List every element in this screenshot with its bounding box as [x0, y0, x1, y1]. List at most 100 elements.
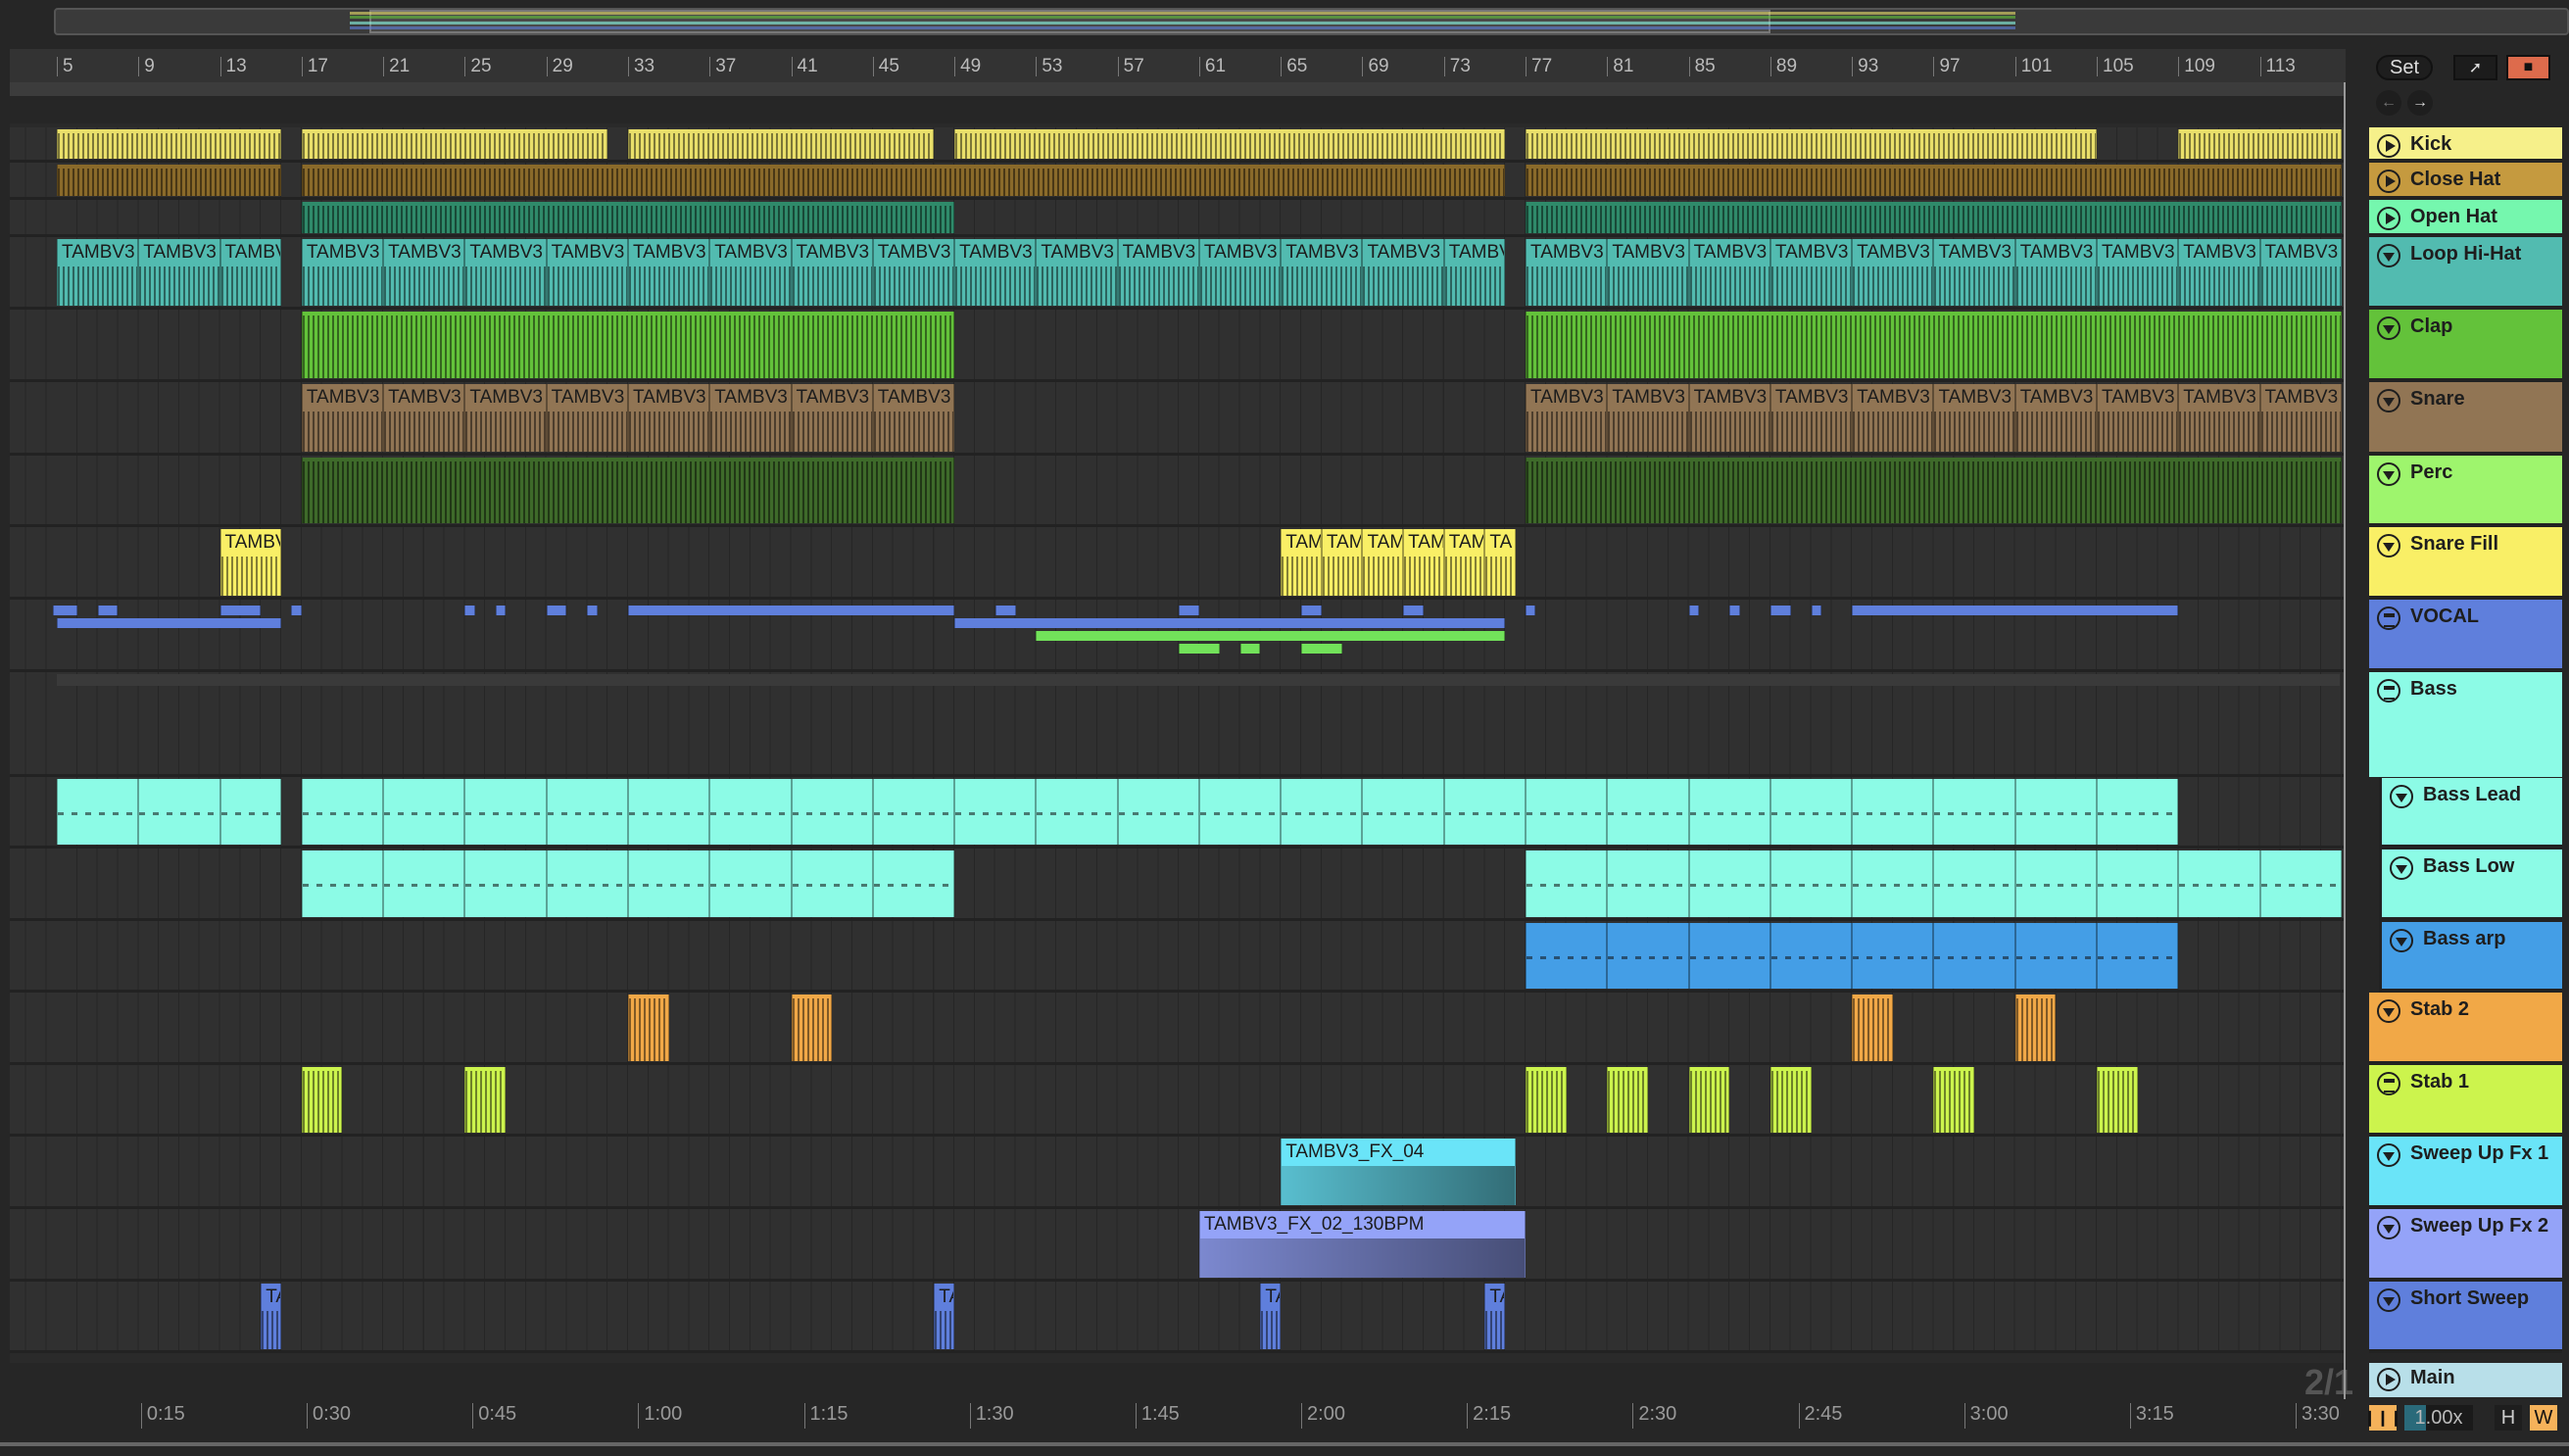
loop-bar[interactable]: [10, 82, 2346, 96]
clip[interactable]: [1852, 779, 1934, 845]
clip[interactable]: [1688, 850, 1770, 917]
track-lane-sweep-up-fx-1[interactable]: TAMBV3_FX_04: [10, 1137, 2346, 1209]
clip[interactable]: [301, 1067, 343, 1133]
clip[interactable]: TAMBV3: [1117, 239, 1199, 306]
track-lane-kick[interactable]: [10, 127, 2346, 163]
clip[interactable]: [57, 129, 282, 159]
clip[interactable]: TAMBV3: [2178, 384, 2260, 452]
clip[interactable]: TA: [1484, 1284, 1506, 1349]
clip[interactable]: TAMBV3: [1933, 384, 2015, 452]
clip[interactable]: TAMBV3: [2259, 384, 2342, 452]
fold-triangle-icon[interactable]: [2377, 462, 2400, 486]
clip[interactable]: TAMBV3: [383, 384, 465, 452]
clip[interactable]: [1852, 995, 1893, 1061]
play-icon[interactable]: [2377, 134, 2400, 158]
clip[interactable]: [1526, 458, 2342, 523]
clip[interactable]: [2014, 995, 2057, 1061]
clip[interactable]: TAM: [1321, 529, 1363, 596]
clip[interactable]: [1933, 1067, 1975, 1133]
clip[interactable]: TAMBV3: [1526, 384, 1608, 452]
track-lane-bass-lead[interactable]: [10, 777, 2346, 849]
clip[interactable]: [291, 606, 302, 615]
clip[interactable]: [2097, 923, 2179, 989]
track-lane-snare-fill[interactable]: TAMBVTAMTAMTAMTAMTAMTA: [10, 527, 2346, 600]
track-header-bass-lead[interactable]: Bass Lead: [2379, 777, 2562, 849]
clip[interactable]: [1688, 606, 1699, 615]
clip[interactable]: TAMBV3: [1443, 239, 1506, 306]
group-icon[interactable]: [2377, 1072, 2400, 1095]
clip[interactable]: TAMBV3: [791, 384, 873, 452]
track-header-stab-2[interactable]: Stab 2: [2369, 993, 2562, 1065]
clip[interactable]: [1688, 779, 1770, 845]
clip[interactable]: [464, 850, 547, 917]
clip[interactable]: TAMBV3: [2014, 239, 2097, 306]
clip[interactable]: [1526, 129, 2097, 159]
clip[interactable]: TAMBV3: [1607, 239, 1689, 306]
fold-triangle-icon[interactable]: [2390, 785, 2413, 808]
clip[interactable]: TAM: [1281, 529, 1322, 596]
track-header-snare[interactable]: Snare: [2369, 382, 2562, 456]
clip[interactable]: TAMBV3: [1281, 239, 1363, 306]
track-lane-perc[interactable]: [10, 456, 2346, 527]
clip[interactable]: TAMBV3: [464, 384, 547, 452]
clip[interactable]: [791, 995, 833, 1061]
clip[interactable]: TAMBV3: [2014, 384, 2097, 452]
clip[interactable]: [546, 779, 628, 845]
horizontal-scrollbar[interactable]: [0, 1442, 2569, 1446]
track-lane-clap[interactable]: [10, 310, 2346, 382]
clip[interactable]: TAMBV3: [301, 384, 384, 452]
clip[interactable]: TAM: [1443, 529, 1485, 596]
clip[interactable]: [1179, 644, 1220, 654]
clip[interactable]: [587, 606, 598, 615]
clip[interactable]: TAMBV3: [1362, 239, 1444, 306]
clip[interactable]: TAMBV3: [627, 384, 710, 452]
waveform-toggle-icon[interactable]: ❙❙❙: [2363, 1405, 2402, 1431]
play-icon[interactable]: [2377, 1368, 2400, 1391]
clip[interactable]: TA: [1260, 1284, 1282, 1349]
clip[interactable]: TAMBV3: [138, 239, 220, 306]
clip[interactable]: [1526, 779, 1608, 845]
clip[interactable]: [2178, 129, 2342, 159]
clip[interactable]: [627, 129, 935, 159]
clip[interactable]: TAMBV3: [709, 384, 792, 452]
arrangement-view[interactable]: TAMBV3 TAMBV3 TAMBV3 TAMBV3 TAMBV3 TAMBV3 TAMB…: [10, 123, 2346, 1363]
clip[interactable]: [1933, 850, 2015, 917]
clip[interactable]: [1526, 1067, 1567, 1133]
clip[interactable]: [57, 618, 282, 628]
clip[interactable]: [1362, 779, 1444, 845]
track-header-vocal[interactable]: VOCAL: [2369, 600, 2562, 672]
clip[interactable]: [464, 606, 475, 615]
clip[interactable]: [2259, 850, 2342, 917]
track-lane-short-sweep[interactable]: TA TA TA TA: [10, 1282, 2346, 1353]
clip[interactable]: [1607, 779, 1689, 845]
clip[interactable]: [1933, 779, 2015, 845]
clip[interactable]: [2097, 850, 2179, 917]
clip[interactable]: [52, 606, 77, 615]
clip[interactable]: TAMBV3: [546, 239, 628, 306]
clip[interactable]: [1729, 606, 1740, 615]
track-header-sweep-up-fx-2[interactable]: Sweep Up Fx 2: [2369, 1209, 2562, 1282]
track-header-stab-1[interactable]: Stab 1: [2369, 1065, 2562, 1137]
clip[interactable]: [464, 779, 547, 845]
clip[interactable]: [301, 165, 1506, 196]
clip[interactable]: [1526, 923, 1608, 989]
clip[interactable]: [301, 850, 384, 917]
clip[interactable]: TAMBV3: [1198, 239, 1282, 306]
clip[interactable]: TAMBV3: [301, 239, 384, 306]
clip[interactable]: [627, 850, 710, 917]
clip[interactable]: TAMBV3: [1769, 239, 1853, 306]
clip[interactable]: [57, 779, 139, 845]
clip[interactable]: [383, 779, 465, 845]
track-lane-bass-arp[interactable]: [10, 921, 2346, 993]
clip[interactable]: [2014, 779, 2097, 845]
clip[interactable]: TAMBV3: [1607, 384, 1689, 452]
clip[interactable]: [1811, 606, 1821, 615]
clip[interactable]: [1526, 165, 2342, 196]
track-header-snare-fill[interactable]: Snare Fill: [2369, 527, 2562, 600]
lock-icon[interactable]: ■: [2506, 55, 2550, 80]
clip[interactable]: [383, 850, 465, 917]
clip[interactable]: [301, 202, 955, 233]
track-lane-sweep-up-fx-2[interactable]: TAMBV3_FX_02_130BPM: [10, 1209, 2346, 1282]
clip[interactable]: TAMBV3: [1526, 239, 1608, 306]
clip[interactable]: [1769, 1067, 1812, 1133]
